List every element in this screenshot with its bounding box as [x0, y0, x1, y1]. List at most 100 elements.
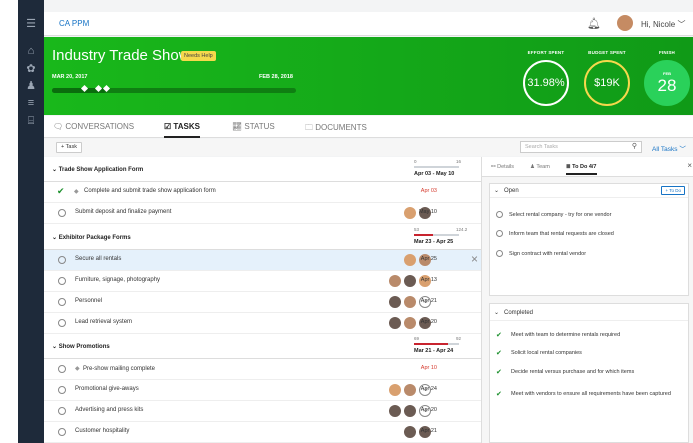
- add-task-button[interactable]: + Task: [56, 142, 82, 153]
- tab-status[interactable]: 📈︎ STATUS: [232, 122, 275, 131]
- task-checkbox[interactable]: [58, 365, 66, 373]
- table-row[interactable]: Lead retrieval system Apr 20: [44, 313, 481, 334]
- card-title: Open: [504, 188, 519, 194]
- todo-checkbox[interactable]: [496, 250, 503, 257]
- table-row[interactable]: ✔ ◆ Complete and submit trade show appli…: [44, 182, 481, 203]
- group-max: 92: [456, 336, 462, 341]
- table-row[interactable]: Personnel +2 Apr 21: [44, 292, 481, 313]
- people-icon[interactable]: ♟: [24, 80, 38, 92]
- effort-label: EFFORT SPENT: [527, 50, 565, 55]
- task-checkbox[interactable]: [58, 407, 66, 415]
- chevron-down-icon: ﹀: [679, 146, 686, 153]
- home-icon[interactable]: ⌂: [24, 45, 38, 57]
- task-checkbox[interactable]: [58, 319, 66, 327]
- group-name: ⌄ Exhibitor Package Forms: [52, 235, 131, 241]
- table-row[interactable]: Promotional give-aways +2 Apr 24: [44, 380, 481, 401]
- list-item[interactable]: ✔ Meet with team to determine rentals req…: [496, 332, 682, 341]
- group-date-range: Apr 03 - May 10: [414, 171, 455, 177]
- group-max: 124.2: [456, 227, 468, 232]
- completed-header[interactable]: ⌄ Completed: [490, 304, 688, 321]
- status-badge: Needs Help: [181, 51, 216, 61]
- task-group[interactable]: ⌄ Show Promotions 69 92 Mar 21 - Apr 24: [44, 334, 481, 359]
- list-item[interactable]: Inform team that rental requests are clo…: [496, 230, 682, 237]
- list-item[interactable]: ✔ Solicit local rental companies: [496, 350, 682, 359]
- avatar: [389, 384, 401, 396]
- check-icon[interactable]: ✔: [496, 368, 502, 376]
- search-placeholder: Search Tasks: [525, 144, 558, 150]
- user-menu[interactable]: Hi, Nicole ﹀: [641, 19, 685, 30]
- budget-label: BUDGET SPENT: [588, 50, 626, 55]
- table-row[interactable]: Submit deposit and finalize payment May …: [44, 203, 481, 224]
- task-date: Apr 20: [420, 319, 437, 325]
- task-checkbox[interactable]: [58, 277, 66, 285]
- table-row[interactable]: Advertising and press kits +2 Apr 20: [44, 401, 481, 422]
- task-detail-panel: ⚯ Details ♟ Team ≣ To Do 4/7 × ⌄ Open + …: [481, 157, 693, 443]
- check-icon[interactable]: ✔: [496, 349, 502, 357]
- task-filter-dropdown[interactable]: All Tasks ﹀: [652, 143, 686, 153]
- budget-value: $19K: [594, 77, 620, 89]
- bank-icon[interactable]: ⌸: [24, 115, 38, 127]
- table-row[interactable]: Secure all rentals Apr 25 ×: [44, 250, 481, 271]
- check-icon[interactable]: ✔: [496, 390, 502, 398]
- avatar: [404, 207, 416, 219]
- list-item[interactable]: Select rental company - try for one vend…: [496, 211, 682, 218]
- finish-label: FINISH: [659, 50, 675, 55]
- list-item[interactable]: ✔ Decide rental versus purchase and for w…: [496, 369, 682, 385]
- effort-ring[interactable]: 31.98%: [523, 60, 569, 106]
- user-greeting: Hi, Nicole: [641, 20, 676, 29]
- avatar: [404, 296, 416, 308]
- task-checkbox[interactable]: [58, 209, 66, 217]
- tab-label: DOCUMENTS: [315, 123, 367, 132]
- close-icon[interactable]: ×: [687, 161, 692, 170]
- tab-team[interactable]: ♟ Team: [530, 164, 550, 170]
- group-date-range: Mar 23 - Apr 25: [414, 239, 454, 245]
- tab-documents[interactable]: 🗀 DOCUMENTS: [305, 122, 367, 136]
- tab-conversations[interactable]: 🗨︎ CONVERSATIONS: [53, 122, 134, 131]
- check-icon[interactable]: ✔: [496, 331, 502, 339]
- menu-icon[interactable]: ☰: [24, 18, 38, 30]
- add-todo-button[interactable]: + To Do: [661, 186, 685, 195]
- task-date: Apr 03: [420, 188, 437, 194]
- check-icon[interactable]: ✔: [57, 186, 65, 197]
- avatar[interactable]: [617, 15, 633, 31]
- todo-checkbox[interactable]: [496, 230, 503, 237]
- panel-toolbar: Search Tasks ⚲ All Tasks ﹀: [481, 139, 693, 156]
- brand-logo[interactable]: CA PPM: [59, 19, 89, 28]
- list-item[interactable]: ✔ Meet with vendors to ensure all require…: [496, 391, 682, 407]
- group-date-range: Mar 21 - Apr 24: [414, 348, 454, 354]
- task-checkbox[interactable]: [58, 256, 66, 264]
- group-progress-bar: [414, 234, 459, 236]
- task-group[interactable]: ⌄ Trade Show Application Form 0 16 Apr 0…: [44, 157, 481, 182]
- table-row[interactable]: Furniture, signage, photography Apr 13: [44, 271, 481, 292]
- task-checkbox[interactable]: [58, 298, 66, 306]
- nav-rail: ☰ ⌂ ✿ ♟ ≡ ⌸: [18, 0, 44, 443]
- team-icon: ♟: [530, 164, 535, 170]
- effort-value: 31.98%: [527, 77, 565, 89]
- tab-details[interactable]: ⚯ Details: [491, 164, 514, 170]
- table-row[interactable]: ◆ Pre-show mailing complete Apr 10: [44, 359, 481, 380]
- task-checkbox[interactable]: [58, 386, 66, 394]
- task-date: Apr 24: [420, 386, 437, 392]
- task-checkbox[interactable]: [58, 428, 66, 436]
- list-icon[interactable]: ≡: [24, 97, 38, 109]
- tab-tasks[interactable]: ☑ TASKS: [164, 122, 200, 138]
- tab-todo[interactable]: ≣ To Do 4/7: [566, 164, 597, 175]
- finish-day: 28: [657, 76, 677, 95]
- bell-icon[interactable]: 🔔︎: [587, 17, 601, 30]
- table-row[interactable]: Customer hospitality Apr 21: [44, 422, 481, 443]
- todo-checkbox[interactable]: [496, 211, 503, 218]
- finish-ring[interactable]: FEB 28: [644, 60, 690, 106]
- chevron-down-icon: ⌄: [52, 235, 58, 241]
- avatar: [404, 384, 416, 396]
- projects-icon[interactable]: ✿: [24, 63, 38, 75]
- task-group[interactable]: ⌄ Exhibitor Package Forms 53 124.2 Mar 2…: [44, 225, 481, 250]
- close-icon[interactable]: ×: [471, 252, 478, 266]
- budget-ring[interactable]: $19K: [584, 60, 630, 106]
- hierarchy-icon: ⚯: [491, 164, 496, 170]
- open-header[interactable]: ⌄ Open + To Do: [490, 184, 688, 198]
- list-item[interactable]: Sign contract with rental vendor: [496, 250, 682, 257]
- search-input[interactable]: Search Tasks ⚲: [520, 141, 642, 153]
- chevron-down-icon: ⌄: [52, 344, 58, 350]
- avatar: [389, 405, 401, 417]
- search-icon[interactable]: ⚲: [632, 142, 637, 152]
